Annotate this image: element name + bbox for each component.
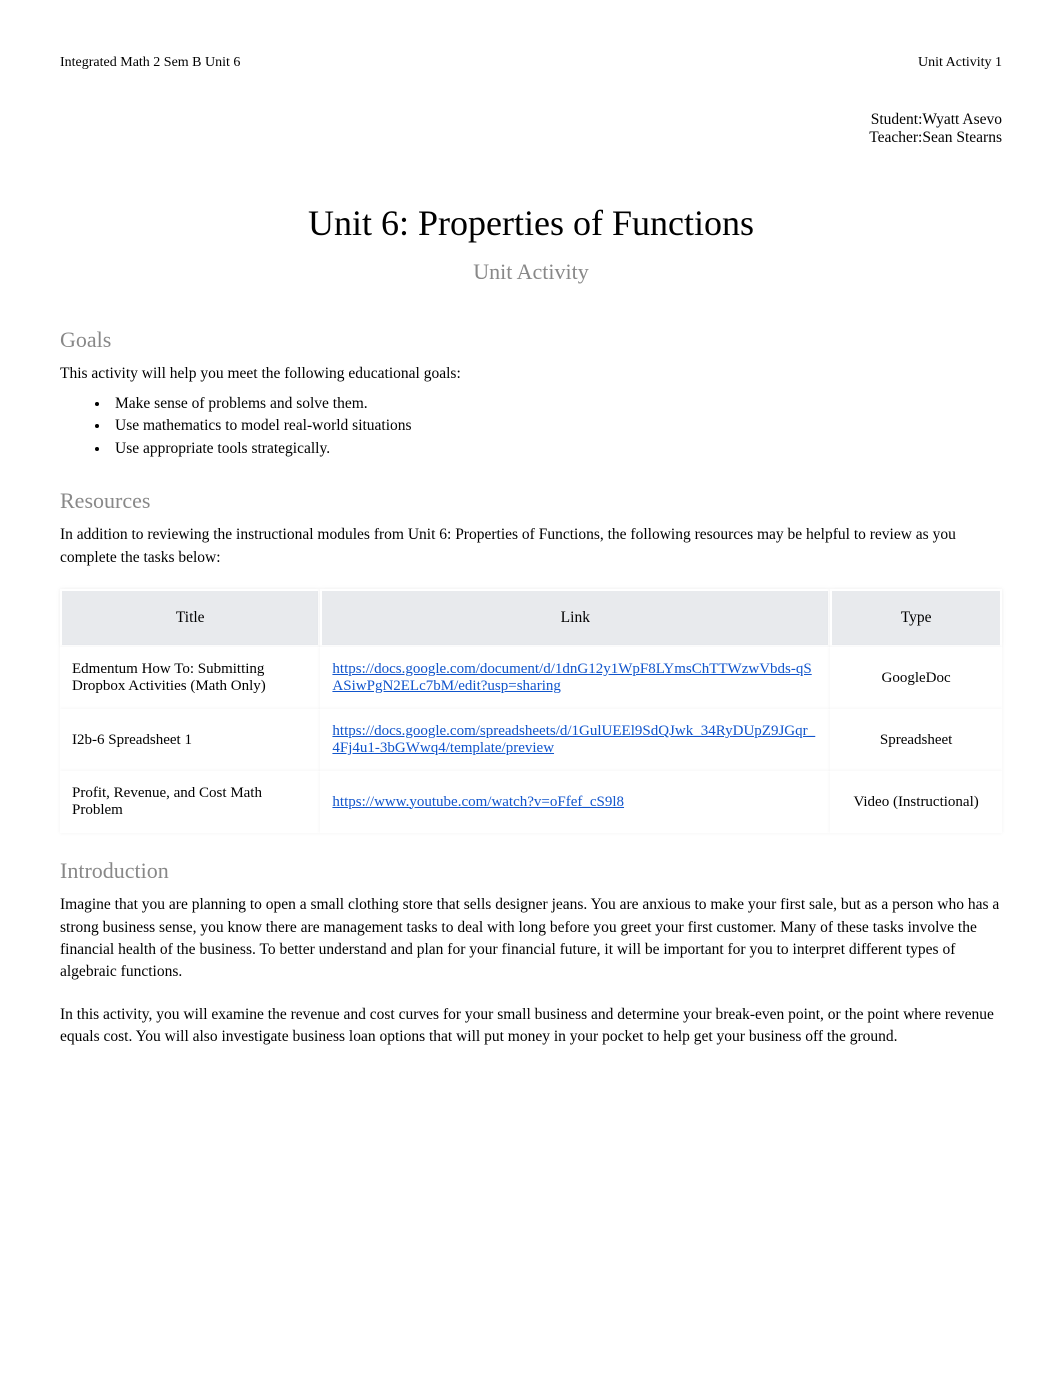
goals-heading: Goals — [60, 327, 1002, 353]
teacher-name: Sean Stearns — [922, 129, 1002, 146]
resources-table: Title Link Type Edmentum How To: Submitt… — [60, 589, 1002, 833]
col-title: Title — [60, 589, 320, 647]
resources-intro-text: In addition to reviewing the instruction… — [60, 526, 408, 543]
student-label: Student: — [871, 111, 923, 128]
col-type: Type — [830, 589, 1002, 647]
table-row: I2b-6 Spreadsheet 1 https://docs.google.… — [60, 709, 1002, 771]
list-item: Use mathematics to model real-world situ… — [110, 415, 1002, 437]
resource-link-cell: https://docs.google.com/spreadsheets/d/1… — [320, 709, 830, 771]
resource-title: Profit, Revenue, and Cost Math Problem — [60, 771, 320, 833]
resource-type: Video (Instructional) — [830, 771, 1002, 833]
intro-text: In this activity, you will — [60, 1006, 211, 1023]
teacher-label: Teacher: — [869, 129, 922, 146]
page-subtitle: Unit Activity — [60, 259, 1002, 285]
intro-text: for your small business and determine yo… — [439, 1006, 715, 1023]
resource-title: I2b-6 Spreadsheet 1 — [60, 709, 320, 771]
resource-type: Spreadsheet — [830, 709, 1002, 771]
table-row: Profit, Revenue, and Cost Math Problem h… — [60, 771, 1002, 833]
goals-intro: This activity will help you meet the fol… — [60, 363, 1002, 385]
resources-intro-unit: Unit 6: Properties of Functions — [408, 526, 600, 543]
page-title: Unit 6: Properties of Functions — [60, 202, 1002, 244]
resource-link[interactable]: https://docs.google.com/document/d/1dnG1… — [332, 661, 811, 694]
list-item: Use appropriate tools strategically. — [110, 438, 1002, 460]
table-row: Edmentum How To: Submitting Dropbox Acti… — [60, 647, 1002, 709]
goals-list: Make sense of problems and solve them. U… — [110, 393, 1002, 460]
intro-text: business loan options — [293, 1028, 426, 1045]
col-link: Link — [320, 589, 830, 647]
student-name: Wyatt Asevo — [922, 111, 1002, 128]
resource-title: Edmentum How To: Submitting Dropbox Acti… — [60, 647, 320, 709]
page-header: Integrated Math 2 Sem B Unit 6 Unit Acti… — [60, 55, 1002, 71]
intro-text: that will put money in your pocket to he… — [425, 1028, 897, 1045]
list-item: Make sense of problems and solve them. — [110, 393, 1002, 415]
header-left: Integrated Math 2 Sem B Unit 6 — [60, 55, 240, 71]
resources-heading: Resources — [60, 488, 1002, 514]
resource-link[interactable]: https://docs.google.com/spreadsheets/d/1… — [332, 723, 815, 756]
table-header-row: Title Link Type — [60, 589, 1002, 647]
resource-type: GoogleDoc — [830, 647, 1002, 709]
resource-link[interactable]: https://www.youtube.com/watch?v=oFfef_cS… — [332, 794, 624, 810]
student-teacher-block: Student:Wyatt Asevo Teacher:Sean Stearns — [60, 111, 1002, 147]
introduction-p2: In this activity, you will examine the r… — [60, 1004, 1002, 1049]
intro-text: examine the revenue and cost curves — [211, 1006, 439, 1023]
intro-text: break-even point — [715, 1006, 820, 1023]
resources-intro: In addition to reviewing the instruction… — [60, 524, 1002, 569]
resource-link-cell: https://www.youtube.com/watch?v=oFfef_cS… — [320, 771, 830, 833]
resource-link-cell: https://docs.google.com/document/d/1dnG1… — [320, 647, 830, 709]
introduction-p1: Imagine that you are planning to open a … — [60, 894, 1002, 984]
introduction-heading: Introduction — [60, 858, 1002, 884]
header-right: Unit Activity 1 — [918, 55, 1002, 71]
